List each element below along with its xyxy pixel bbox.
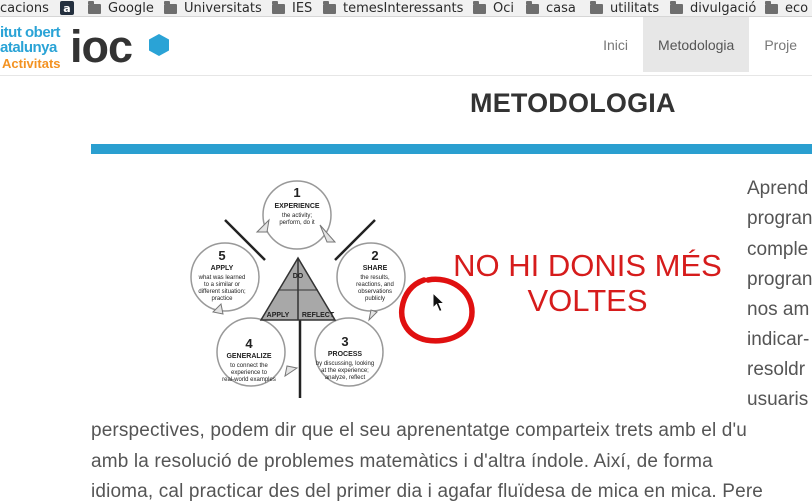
hexagon-icon — [149, 34, 169, 56]
body-text-line: nos am — [747, 299, 810, 320]
nav-item-inici[interactable]: Inici — [588, 17, 643, 72]
bookmark-label: casa — [546, 0, 576, 16]
stage-5-desc: to a similar or — [204, 282, 240, 288]
folder-icon — [670, 0, 683, 14]
bookmark-folder[interactable]: divulgació — [670, 0, 756, 16]
stage-4-desc: experience to — [231, 370, 268, 376]
folder-icon — [590, 0, 603, 14]
body-text-line: indicar- — [747, 329, 810, 350]
page-title: METODOLOGIA — [470, 88, 676, 118]
paragraph-line: idioma, cal practicar des del primer dia… — [91, 481, 764, 502]
center-label-apply: APPLY — [267, 312, 290, 319]
bookmark-folder[interactable]: temesInteressants — [323, 0, 463, 16]
stage-1-desc: the activity; — [282, 213, 312, 219]
stage-3-number: 3 — [341, 334, 348, 349]
title-divider — [91, 144, 812, 154]
center-label-do: DO — [293, 273, 304, 280]
stage-2-desc: the results, — [360, 275, 390, 281]
bookmark-label: Universitats — [184, 0, 262, 16]
nav-item-projectes[interactable]: Proje — [749, 17, 812, 72]
bookmark-item[interactable]: cacions — [0, 0, 49, 16]
folder-icon — [272, 0, 285, 14]
stage-4-desc: to connect the — [230, 363, 268, 369]
nav-item-metodologia[interactable]: Metodologia — [643, 17, 750, 72]
stage-2-desc: publicly — [365, 296, 385, 302]
folder-icon — [164, 0, 177, 14]
learning-cycle-diagram: DO APPLY REFLECT 1 EXPERIENCE the activi… — [190, 180, 406, 398]
paragraph-line: perspectives, podem dir que el seu apren… — [91, 420, 747, 441]
center-label-reflect: REFLECT — [302, 312, 335, 319]
mouse-cursor-icon — [432, 292, 446, 313]
bookmark-label: cacions — [0, 0, 49, 16]
folder-icon — [473, 0, 486, 14]
annotation-text: NO HI DONIS MÉS VOLTES — [440, 248, 735, 318]
stage-2-desc: observations — [358, 289, 392, 295]
logo-mark: ioc — [70, 21, 133, 72]
bookmark-label: IES — [292, 0, 313, 16]
bookmark-label: Google — [108, 0, 154, 16]
bookmark-folder[interactable]: Google — [88, 0, 154, 16]
stage-1-number: 1 — [293, 185, 300, 200]
stage-5-number: 5 — [218, 248, 225, 263]
stage-4-desc: real-world examples — [222, 377, 276, 383]
stage-3-desc: analyze, reflect — [325, 375, 366, 381]
stage-2-desc: reactions, and — [356, 282, 394, 288]
body-text-line: usuaris — [747, 389, 809, 410]
bookmark-label: divulgació — [690, 0, 757, 16]
folder-icon — [323, 0, 336, 14]
stage-5-desc: what was learned — [198, 275, 246, 281]
bookmark-label: temesInteressants — [343, 0, 463, 16]
bookmark-folder[interactable]: Oci — [473, 0, 514, 16]
stage-5-desc: different situation; — [198, 289, 246, 295]
body-text-line: Aprend — [747, 178, 809, 199]
bookmarks-bar: cacions a Google Universitats IES temesI… — [0, 0, 812, 17]
annotation-line: VOLTES — [527, 283, 648, 318]
stage-3-desc: at the experience; — [321, 368, 369, 374]
logo-line3: Activitats — [2, 56, 61, 71]
folder-icon — [765, 0, 778, 14]
bookmark-folder[interactable]: Universitats — [164, 0, 262, 16]
main-nav: Inici Metodologia Proje — [588, 17, 812, 72]
stage-2-number: 2 — [371, 248, 378, 263]
body-text-line: resoldr — [747, 359, 806, 380]
body-text-line: progran — [747, 269, 812, 290]
stage-3-desc: by discussing, looking — [316, 361, 374, 367]
stage-1-desc: perform, do it — [279, 220, 315, 226]
stage-4-title: GENERALIZE — [226, 353, 271, 360]
bookmark-folder[interactable]: utilitats — [590, 0, 659, 16]
stage-3-title: PROCESS — [328, 351, 363, 358]
bookmark-folder[interactable]: IES — [272, 0, 312, 16]
site-header: itut obert atalunya Activitats ioc Inici… — [0, 17, 812, 76]
bookmark-label: Oci — [493, 0, 514, 16]
body-text-line: progran — [747, 208, 812, 229]
stage-2-title: SHARE — [363, 265, 388, 272]
bookmark-folder[interactable]: eco — [765, 0, 808, 16]
stage-4-number: 4 — [245, 336, 253, 351]
stage-5-desc: practice — [211, 296, 233, 302]
annotation-line: NO HI DONIS MÉS — [453, 248, 722, 283]
amazon-icon: a — [60, 1, 74, 15]
folder-icon — [88, 0, 101, 14]
folder-icon — [526, 0, 539, 14]
stage-1-title: EXPERIENCE — [274, 203, 319, 210]
stage-5-title: APPLY — [211, 265, 234, 272]
bookmark-label: utilitats — [610, 0, 660, 16]
bookmark-amazon[interactable]: a — [60, 0, 74, 16]
paragraph-line: amb la resolució de problemes matemàtics… — [91, 451, 713, 472]
logo-line2: atalunya — [0, 39, 57, 56]
bookmark-folder[interactable]: casa — [526, 0, 576, 16]
body-text-line: comple — [747, 239, 809, 260]
bookmark-label: eco — [785, 0, 809, 16]
